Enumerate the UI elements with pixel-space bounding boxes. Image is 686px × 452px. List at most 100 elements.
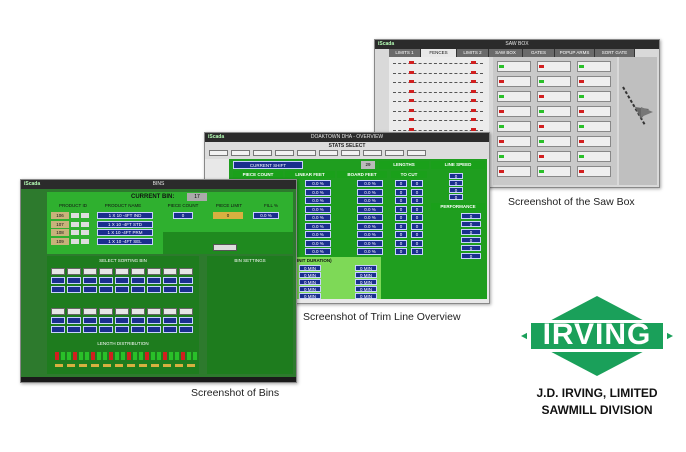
sorting-bin-cell[interactable] [115,277,129,284]
sorting-bin-cell[interactable] [67,308,81,315]
tab-saw-box[interactable]: SAW BOX [489,49,523,57]
length-bar [79,352,83,360]
stats-button[interactable] [275,150,294,156]
sorting-bin-cell[interactable] [179,277,193,284]
stats-button[interactable] [341,150,360,156]
sorting-bin-cell[interactable] [67,286,81,293]
performance-cell: 0 [461,213,481,219]
lengths-header: LENGTHS [379,161,429,169]
tab-fences[interactable]: FENCES [421,49,457,57]
length-marker [91,364,99,367]
sorting-bin-cell[interactable] [163,308,177,315]
performance-cell: 0 [461,229,481,235]
sorting-bin-cell[interactable] [147,317,161,324]
stats-button[interactable] [231,150,250,156]
small-button[interactable] [81,221,89,227]
sorting-bin-cell[interactable] [115,308,129,315]
caption-trim-line: Screenshot of Trim Line Overview [303,311,461,323]
sorting-bin-cell[interactable] [83,277,97,284]
sorting-bin-cell[interactable] [67,326,81,333]
stats-button[interactable] [363,150,382,156]
length-bar [145,352,149,360]
stats-button[interactable] [209,150,228,156]
tab-limits-1[interactable]: LIMITS 1 [389,49,421,57]
sorting-bin-cell[interactable] [99,277,113,284]
percent-cell: 0.0 % [305,239,331,247]
sorting-bin-cell[interactable] [131,277,145,284]
tab-limits-2[interactable]: LIMITS 2 [457,49,489,57]
sorting-bin-cell[interactable] [83,326,97,333]
status-indicator [539,65,544,68]
small-button[interactable] [71,213,79,218]
red-indicator [409,61,414,64]
sorting-bin-cell[interactable] [147,326,161,333]
stats-button[interactable] [407,150,426,156]
sorting-bin-cell[interactable] [147,277,161,284]
sorting-bin-cell[interactable] [99,326,113,333]
sorting-bin-cell[interactable] [83,308,97,315]
sorting-bin-cell[interactable] [147,286,161,293]
stats-button[interactable] [385,150,404,156]
sorting-bin-cell[interactable] [51,317,65,324]
sorting-bin-cell[interactable] [179,308,193,315]
stats-button[interactable] [319,150,338,156]
sorting-bin-cell[interactable] [51,326,65,333]
sorting-bin-cell[interactable] [51,268,65,275]
sorting-bin-cell[interactable] [179,326,193,333]
to-cut-cell: 0 [411,214,423,221]
sorting-bin-cell[interactable] [51,286,65,293]
sorting-bin-cell[interactable] [131,286,145,293]
current-shift-button[interactable]: CURRENT SHIFT [233,161,303,169]
sorting-bin-cell[interactable] [115,268,129,275]
status-indicator [579,155,584,158]
small-button[interactable] [71,238,79,244]
line-speed-cell: 0 [449,187,463,193]
sorting-bin-cell[interactable] [163,326,177,333]
sorting-bin-cell[interactable] [83,286,97,293]
sorting-bin-cell[interactable] [179,286,193,293]
sorting-bin-cell[interactable] [163,268,177,275]
sorting-bin-cell[interactable] [115,286,129,293]
bin-action-button[interactable] [213,244,237,251]
sorting-bin-cell[interactable] [147,268,161,275]
product-name-cell[interactable]: 1 X 10 -4FT STD [97,220,153,228]
sorting-bin-cell[interactable] [99,317,113,324]
sorting-bin-cell[interactable] [131,317,145,324]
sorting-bin-cell[interactable] [131,268,145,275]
tab-sort-gate[interactable]: SORT GATE [595,49,635,57]
small-button[interactable] [71,230,79,235]
product-name-cell[interactable]: 1 X 10 -4FT IND [97,212,153,219]
sorting-bin-cell[interactable] [115,317,129,324]
sorting-bin-cell[interactable] [67,317,81,324]
percent-cell: 0.0 % [357,214,383,221]
small-button[interactable] [71,221,79,227]
sorting-bin-cell[interactable] [83,268,97,275]
sorting-bin-cell[interactable] [131,326,145,333]
tab-popup-arms[interactable]: POPUP ARMS [555,49,595,57]
chain-row [393,72,483,74]
sorting-bin-cell[interactable] [131,308,145,315]
sorting-bin-cell[interactable] [179,268,193,275]
sorting-bin-cell[interactable] [51,308,65,315]
sorting-bin-cell[interactable] [163,317,177,324]
sorting-bin-cell[interactable] [163,277,177,284]
sorting-bin-cell[interactable] [99,286,113,293]
small-button[interactable] [81,230,89,235]
sorting-bin-cell[interactable] [179,317,193,324]
small-button[interactable] [81,238,89,244]
sorting-bin-cell[interactable] [147,308,161,315]
product-name-cell[interactable]: 1 X 10 -4FT PRM [97,229,153,236]
product-name-cell[interactable]: 1 X 10 -4FT SEL [97,237,153,245]
sorting-bin-cell[interactable] [115,326,129,333]
sorting-bin-cell[interactable] [83,317,97,324]
sorting-bin-cell[interactable] [163,286,177,293]
stats-button[interactable] [297,150,316,156]
sorting-bin-cell[interactable] [67,277,81,284]
sorting-bin-cell[interactable] [99,308,113,315]
small-button[interactable] [81,213,89,218]
sorting-bin-cell[interactable] [51,277,65,284]
sorting-bin-cell[interactable] [67,268,81,275]
sorting-bin-cell[interactable] [99,268,113,275]
tab-gates[interactable]: GATES [523,49,555,57]
stats-button[interactable] [253,150,272,156]
